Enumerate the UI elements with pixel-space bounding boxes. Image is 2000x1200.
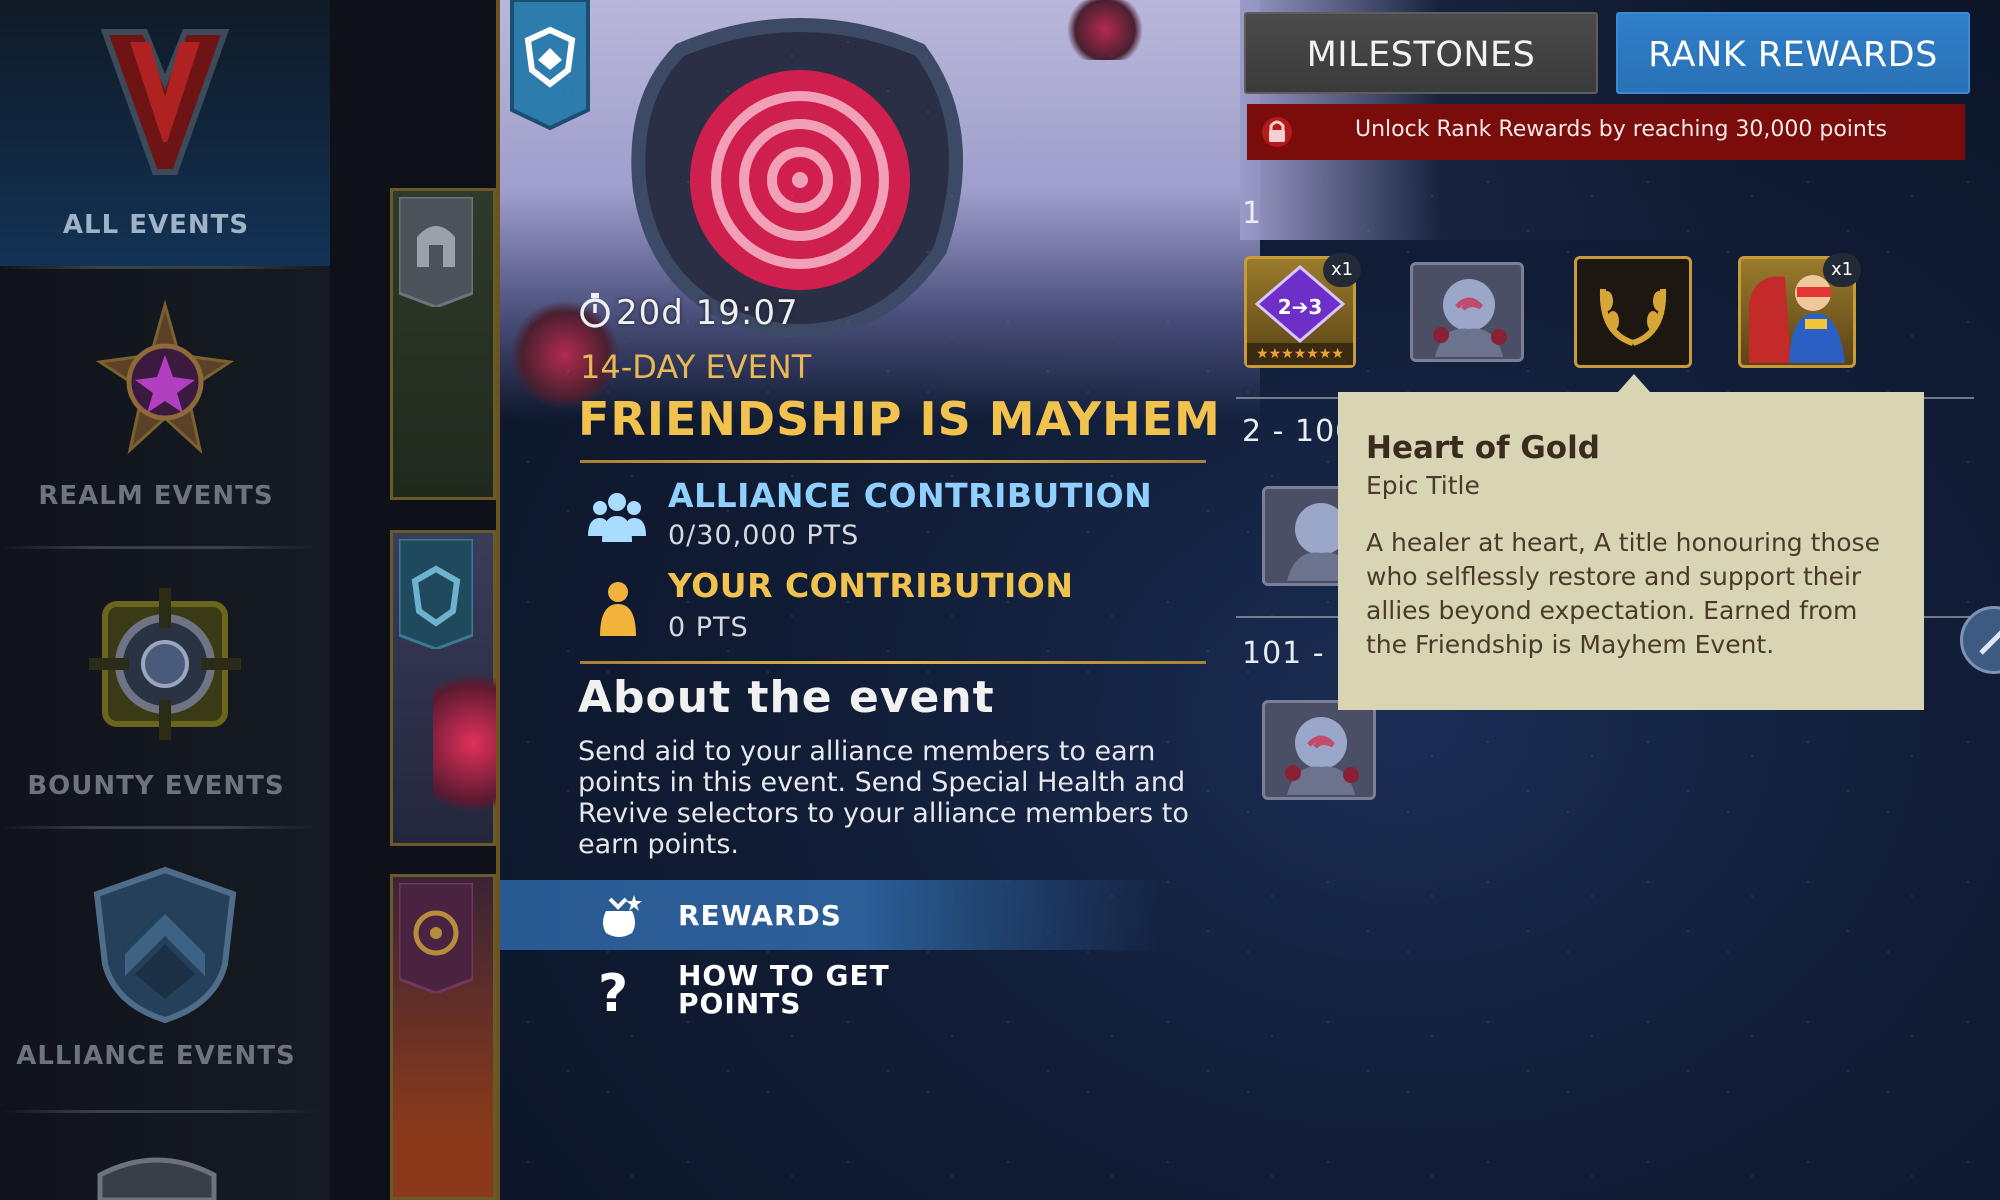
event-duration-label: 14-DAY EVENT <box>580 348 812 386</box>
laurel-wreath-icon <box>1599 288 1667 346</box>
rank-label: 1 <box>1242 196 1263 231</box>
stopwatch-icon <box>580 293 610 328</box>
alliance-contribution-label: ALLIANCE CONTRIBUTION <box>668 476 1153 515</box>
rank-up-gem-reward[interactable]: 2➔3 ★★★★★★★ x1 <box>1244 253 1361 368</box>
avatar-reward[interactable] <box>1262 700 1376 800</box>
tooltip-subtitle: Epic Title <box>1366 471 1480 500</box>
quantity-badge: x1 <box>1823 253 1861 287</box>
lock-icon <box>1262 117 1292 147</box>
alliance-shield-icon <box>93 866 237 1024</box>
realm-badge-icon <box>399 883 473 993</box>
milestones-tab[interactable]: MILESTONES <box>1244 12 1598 94</box>
pencil-icon <box>1979 630 2000 655</box>
sidebar-item-all-events[interactable]: ALL EVENTS <box>0 0 330 266</box>
alliance-badge-icon <box>399 539 473 649</box>
sidebar-item-label: ALL EVENTS <box>62 210 250 240</box>
bounty-target-icon <box>89 588 241 740</box>
sidebar-item-bounty-events[interactable]: BOUNTY EVENTS <box>0 550 330 826</box>
mayhem-avatar-icon <box>1433 279 1507 357</box>
event-card[interactable] <box>390 530 513 846</box>
alliance-contribution-value: 0/30,000 PTS <box>668 520 860 551</box>
divider <box>580 661 1206 664</box>
how-to-get-points-tab[interactable]: HOW TO GET POINTS <box>678 962 918 1018</box>
tooltip-title: Heart of Gold <box>1366 430 1600 466</box>
divider <box>0 546 320 549</box>
sidebar-item-label: BOUNTY EVENTS <box>27 771 285 801</box>
timer-text: 20d 19:07 <box>616 293 799 333</box>
sidebar-item-label: ALLIANCE EVENTS <box>16 1041 296 1071</box>
avatar-reward[interactable] <box>1410 262 1524 362</box>
your-contribution-label: YOUR CONTRIBUTION <box>668 566 1074 605</box>
reward-bag-icon <box>603 895 642 937</box>
about-description: Send aid to your alliance members to ear… <box>578 736 1189 860</box>
alliance-members-icon <box>588 493 646 542</box>
event-category-sidebar: ALL EVENTS REALM EVENTS BOUNTY EVENTS AL… <box>0 0 330 1200</box>
rank-rewards-lock-text: Unlock Rank Rewards by reaching 30,000 p… <box>1355 117 1887 142</box>
divider <box>0 826 320 829</box>
helmet-badge-icon <box>399 197 473 307</box>
reward-tooltip: Heart of Gold Epic Title A healer at hea… <box>1338 392 1924 710</box>
helmet-icon <box>97 1157 217 1200</box>
mayhem-avatar-icon <box>1285 717 1359 795</box>
title-reward[interactable] <box>1574 256 1692 368</box>
event-card[interactable] <box>390 874 496 1200</box>
tooltip-description: A healer at heart, A title honouring tho… <box>1366 528 1880 659</box>
divider <box>580 460 1206 463</box>
star-rating: ★★★★★★★ <box>1247 343 1353 365</box>
event-card[interactable] <box>390 188 496 500</box>
contest-v-icon <box>100 29 230 175</box>
person-icon <box>600 582 636 636</box>
realm-star-icon <box>95 300 235 455</box>
tooltip-arrow <box>1618 374 1650 392</box>
event-card-strip <box>330 0 513 1200</box>
divider <box>0 1110 320 1113</box>
champion-reward[interactable]: x1 <box>1738 253 1861 368</box>
quantity-badge: x1 <box>1323 253 1361 287</box>
question-mark-icon: ? <box>598 964 629 1024</box>
your-contribution-value: 0 PTS <box>668 612 749 643</box>
rank-rewards-tab[interactable]: RANK REWARDS <box>1616 12 1970 94</box>
sidebar-item-label: REALM EVENTS <box>38 481 274 511</box>
sidebar-item-realm-events[interactable]: REALM EVENTS <box>0 270 330 546</box>
sidebar-item-alliance-events[interactable]: ALLIANCE EVENTS <box>0 830 330 1106</box>
divider <box>0 266 320 269</box>
about-heading: About the event <box>578 672 995 723</box>
event-title: FRIENDSHIP IS MAYHEM <box>578 392 1221 446</box>
gem-tier-text: 2➔3 <box>1277 295 1323 319</box>
event-timer: 20d 19:07 <box>578 292 799 333</box>
rewards-tab-label[interactable]: REWARDS <box>678 899 842 932</box>
